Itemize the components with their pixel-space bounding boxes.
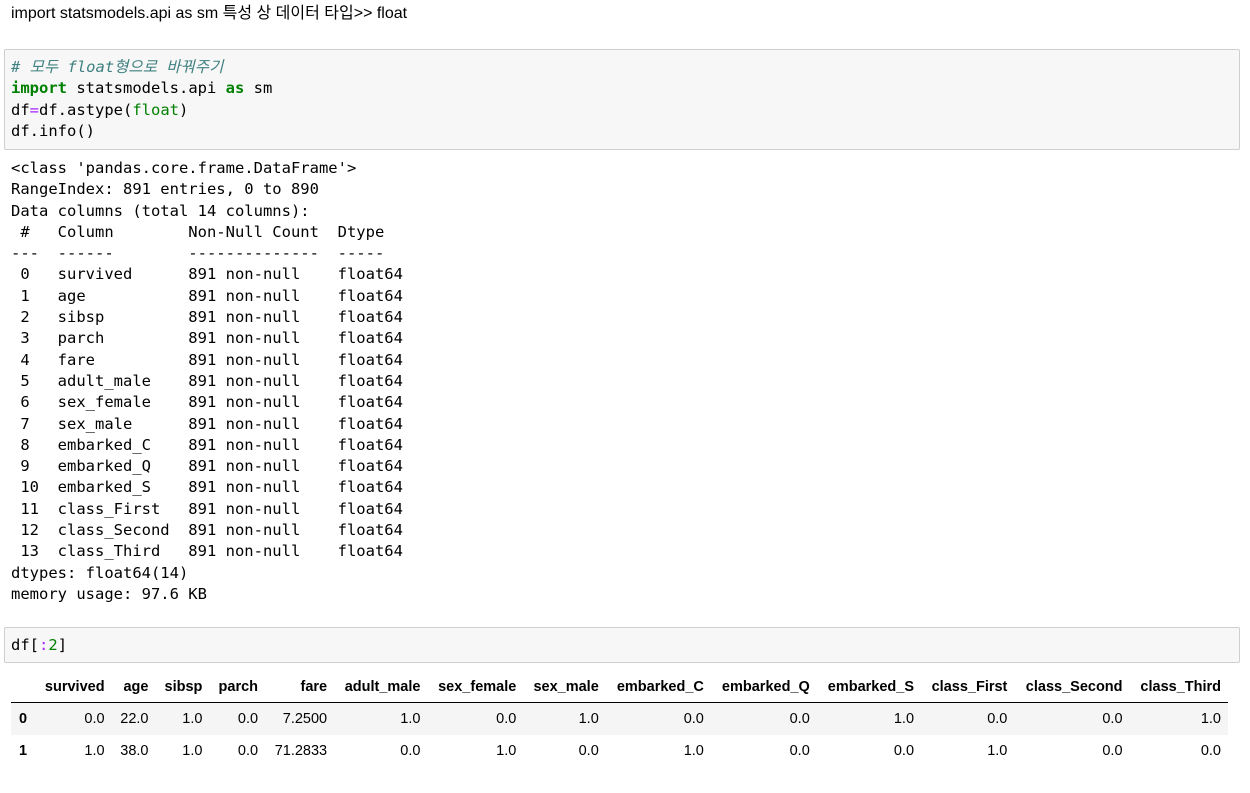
column-header: sibsp [155,672,210,703]
column-header: age [111,672,156,703]
table-cell: 0.0 [1200,743,1221,759]
astype-close: ) [179,100,189,119]
table-row: 0 0.0 22.0 1.0 0.0 7.2500 1.0 0.0 1.0 0.… [11,702,1228,735]
column-header: embarked_S [816,672,922,703]
info-call: df.info() [11,121,95,140]
module-alias: sm [244,79,273,98]
info-output: <class 'pandas.core.frame.DataFrame'> Ra… [11,159,403,603]
code-editor[interactable]: # 모두 float형으로 바꿔주기 import statsmodels.ap… [11,57,272,142]
table-cell: 0.0 [987,711,1008,727]
column-header: adult_male [334,672,428,703]
code-editor-slice[interactable]: df[:2] [11,635,67,656]
assign-operator: = [29,100,40,119]
import-keyword: import [11,79,67,98]
table-cell: 1.0 [182,711,203,727]
table-cell: 0.0 [683,711,704,727]
code-cell-astype[interactable]: # 모두 float형으로 바꿔주기 import statsmodels.ap… [4,49,1240,150]
column-header: sex_male [523,672,606,703]
table-cell: 22.0 [120,711,149,727]
table-cell: 7.2500 [282,711,328,727]
column-header [11,672,35,703]
table-cell: 1.0 [893,711,915,727]
table-cell: 1.0 [987,743,1008,759]
slice-colon: : [39,636,49,654]
dataframe-table: survived age sibsp parch fare adult_male… [11,672,1228,767]
row-index: 1 [19,743,28,759]
table-cell: 71.2833 [274,743,328,759]
table-row: 1 1.0 38.0 1.0 0.0 71.2833 0.0 1.0 0.0 1… [11,735,1228,767]
table-cell: 1.0 [400,711,421,727]
astype-call: df.astype( [39,100,133,119]
table-cell: 1.0 [683,743,704,759]
assign-target: df [11,100,30,119]
table-cell: 38.0 [120,743,149,759]
column-header: fare [265,672,335,703]
table-cell: 1.0 [496,743,517,759]
column-header: embarked_C [605,672,711,703]
as-keyword: as [225,79,245,98]
table-cell: 0.0 [578,743,599,759]
table-cell: 0.0 [237,743,259,759]
slice-prefix: df[ [11,636,39,654]
column-header: parch [209,672,266,703]
code-comment: # 모두 float형으로 바꿔주기 [11,58,224,76]
slice-suffix: ] [57,636,68,654]
table-cell: 1.0 [182,743,203,759]
code-cell-slice[interactable]: df[:2] [4,627,1240,663]
float-builtin: float [132,100,180,119]
table-cell: 1.0 [578,711,599,727]
table-cell: 0.0 [1102,711,1123,727]
column-header: class_Third [1129,672,1228,703]
module-name: statsmodels.api [67,79,226,98]
table-cell: 1.0 [1200,711,1221,727]
table-header-row: survived age sibsp parch fare adult_male… [11,672,1228,703]
table-cell: 0.0 [893,743,915,759]
table-cell: 1.0 [84,743,105,759]
table-cell: 0.0 [789,711,810,727]
column-header: class_Second [1014,672,1130,703]
table-cell: 0.0 [84,711,105,727]
column-header: sex_female [427,672,524,703]
row-index: 0 [19,711,28,727]
table-cell: 0.0 [496,711,517,727]
table-cell: 0.0 [1102,743,1123,759]
column-header: embarked_Q [710,672,817,703]
table-cell: 0.0 [237,711,259,727]
markdown-heading: import statsmodels.api as sm 특성 상 데이터 타입… [11,5,408,22]
slice-number: 2 [48,636,58,654]
column-header: class_First [921,672,1015,703]
table-cell: 0.0 [400,743,421,759]
column-header: survived [34,672,112,703]
table-cell: 0.0 [789,743,810,759]
